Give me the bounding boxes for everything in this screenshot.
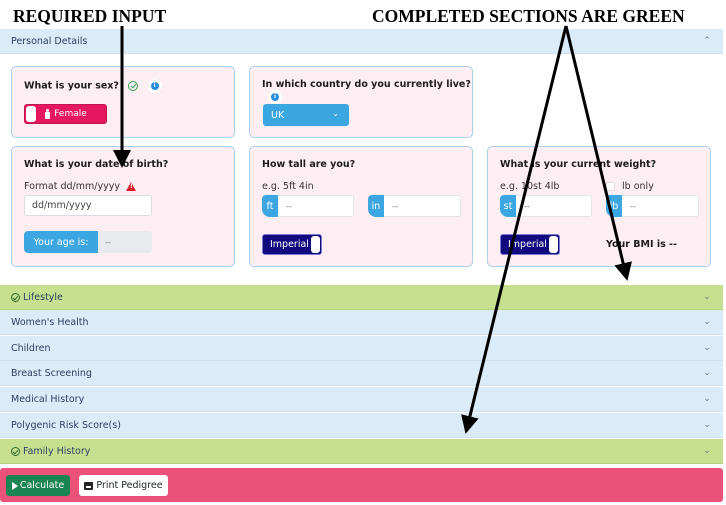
ft-addon: ft [262,195,278,217]
country-card: In which country do you currently live? … [249,66,473,138]
sex-toggle[interactable]: Female [24,104,107,124]
check-circle-icon [11,446,20,456]
weight-lb-input[interactable]: lb -- [606,195,699,217]
st-value[interactable]: -- [516,195,592,217]
weight-example: e.g. 10st 4lb [500,181,560,192]
country-value: UK [271,109,285,121]
in-addon: in [368,195,384,217]
height-example: e.g. 5ft 4in [262,181,314,192]
check-circle-icon [128,81,139,91]
chevron-down-icon: ⌄ [703,317,711,327]
lb-only-row[interactable]: lb only [606,181,654,192]
age-label: Your age is: [24,231,98,253]
st-addon: st [500,195,516,217]
dob-question: What is your date of birth? [24,159,169,170]
weight-unit-toggle[interactable]: Imperial [500,234,560,255]
bmi-display: Your BMI is -- [606,239,677,250]
lb-only-checkbox[interactable] [606,182,615,191]
check-circle-icon [11,292,20,302]
in-value[interactable]: -- [384,195,461,217]
section-header-personal-details[interactable]: Personal Details ⌃ [0,29,723,54]
lb-addon: lb [606,195,622,217]
dob-placeholder: dd/mm/yyyy [32,200,92,211]
weight-question: What is your current weight? [500,159,657,170]
section-header-family-history[interactable]: Family History ⌄ [0,439,723,464]
section-header-medical-history[interactable]: Medical History ⌄ [0,387,723,412]
height-question: How tall are you? [262,159,356,170]
dob-format-hint: Format dd/mm/yyyy [24,181,120,192]
country-question: In which country do you currently live? [262,79,471,90]
chevron-down-icon: ⌄ [703,446,711,456]
section-title: Personal Details [11,35,88,47]
section-title: Family History [23,445,91,457]
country-select[interactable]: UK ⌄ [263,104,349,126]
section-title: Breast Screening [11,367,92,379]
sex-question-row: What is your sex? [24,79,162,93]
section-header-polygenic-risk[interactable]: Polygenic Risk Score(s) ⌄ [0,413,723,438]
section-title: Polygenic Risk Score(s) [11,419,121,431]
calculate-label: Calculate [19,480,65,491]
chevron-down-icon: ⌄ [332,109,339,118]
section-title: Medical History [11,393,85,405]
section-header-breast-screening[interactable]: Breast Screening ⌄ [0,361,723,386]
country-question-row: In which country do you currently live? [262,79,472,104]
chevron-down-icon: ⌄ [703,420,711,430]
chevron-down-icon: ⌄ [703,368,711,378]
weight-unit-label: Imperial [508,239,547,250]
sex-question: What is your sex? [24,80,119,92]
chevron-down-icon: ⌄ [703,343,711,353]
height-ft-input[interactable]: ft -- [262,195,354,217]
dob-card: What is your date of birth? Format dd/mm… [11,146,235,267]
section-header-children[interactable]: Children ⌄ [0,336,723,361]
height-card: How tall are you? e.g. 5ft 4in ft -- in … [249,146,473,267]
section-title: Children [11,342,51,354]
toggle-knob [26,106,36,122]
weight-card: What is your current weight? e.g. 10st 4… [487,146,711,267]
section-header-lifestyle[interactable]: Lifestyle ⌄ [0,285,723,310]
warning-icon [126,182,136,191]
toggle-knob [311,236,320,253]
dob-input[interactable]: dd/mm/yyyy [24,195,152,216]
ft-value[interactable]: -- [278,195,354,217]
play-icon [11,481,18,490]
age-display: Your age is: -- [24,231,152,253]
annotation-required-input: REQUIRED INPUT [13,6,167,26]
female-icon [44,109,51,119]
section-header-womens-health[interactable]: Women's Health ⌄ [0,310,723,335]
chevron-up-icon: ⌃ [703,36,711,46]
sex-value: Female [54,109,87,119]
height-unit-toggle[interactable]: Imperial [262,234,322,255]
age-value: -- [98,231,152,253]
chevron-down-icon: ⌄ [703,292,711,302]
print-pedigree-button[interactable]: Print Pedigree [79,475,168,496]
weight-st-input[interactable]: st -- [500,195,592,217]
lb-value[interactable]: -- [622,195,699,217]
annotation-completed-sections: COMPLETED SECTIONS ARE GREEN [372,6,685,26]
height-unit-label: Imperial [270,239,309,250]
sex-card: What is your sex? Female [11,66,235,138]
print-label: Print Pedigree [96,480,163,491]
printer-icon [84,481,94,490]
info-icon[interactable] [268,90,282,104]
dob-format-hint-row: Format dd/mm/yyyy [24,181,136,192]
height-in-input[interactable]: in -- [368,195,461,217]
section-title: Lifestyle [23,291,63,303]
section-title: Women's Health [11,316,89,328]
footer-bar: Calculate Print Pedigree [0,468,723,502]
lb-only-label: lb only [622,181,654,192]
info-icon[interactable] [147,79,162,93]
toggle-knob [549,236,558,253]
chevron-down-icon: ⌄ [703,394,711,404]
calculate-button[interactable]: Calculate [6,475,70,496]
